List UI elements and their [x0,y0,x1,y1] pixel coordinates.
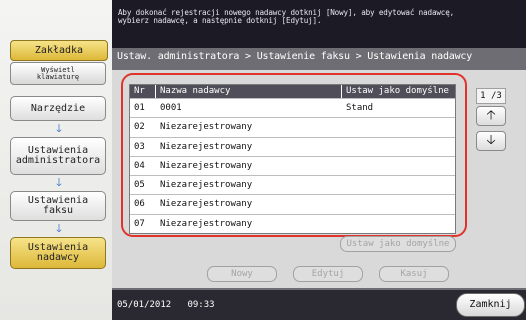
time: 09:33 [187,300,215,310]
bookmark-tab[interactable]: Zakładka [10,40,108,61]
down-arrow-icon: 🡓 [56,122,62,135]
nav-fax-settings[interactable]: Ustawienia faksu [10,191,106,221]
down-arrow-icon: 🡓 [56,222,62,235]
nav-admin-settings[interactable]: Ustawienia administratora [10,137,106,175]
instruction-text: Aby dokonać rejestracji nowego nadawcy d… [118,8,455,25]
page-indicator: 1 /3 [476,88,506,104]
nav-utility[interactable]: Narzędzie [10,96,106,121]
close-button[interactable]: Zamknij [456,293,525,317]
set-default-button[interactable]: Ustaw jako domyślne [340,236,456,252]
new-button[interactable]: Nowy [207,266,277,282]
arrow-down-icon[interactable]: 🡣 [476,131,506,151]
breadcrumb: Ustaw. administratora > Ustawienie faksu… [117,51,473,62]
highlight-outline [121,73,467,237]
date: 05/01/2012 [117,300,172,310]
nav-sender-settings[interactable]: Ustawienia nadawcy [10,237,106,269]
down-arrow-icon: 🡓 [56,176,62,189]
delete-button[interactable]: Kasuj [379,266,449,282]
show-keyboard-tab[interactable]: Wyświetl klawiaturę [10,62,106,85]
date-time: 05/01/2012 09:33 [117,300,215,310]
arrow-up-icon[interactable]: 🡡 [476,106,506,126]
edit-button[interactable]: Edytuj [293,266,363,282]
